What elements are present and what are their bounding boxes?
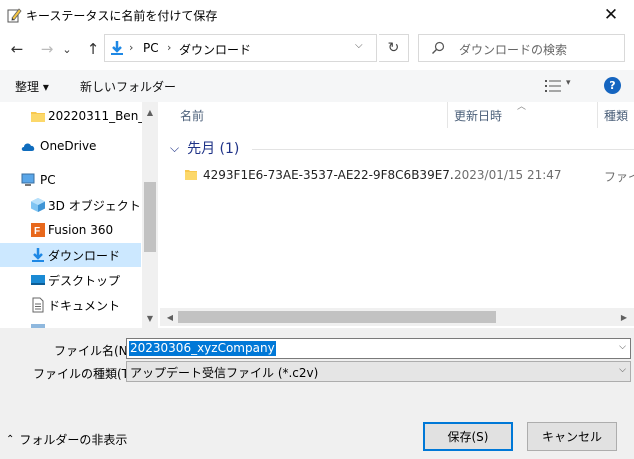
cloud-icon [21, 143, 35, 151]
cancel-button[interactable]: キャンセル [527, 422, 617, 451]
file-list-horizontal-scrollbar[interactable]: ◀ ▶ [160, 308, 634, 326]
refresh-icon: ↻ [387, 40, 400, 56]
forward-button[interactable]: → [36, 38, 58, 60]
column-divider[interactable] [447, 102, 448, 128]
organize-menu[interactable]: 整理 ▾ [15, 78, 49, 95]
command-toolbar: 整理 ▾ 新しいフォルダー ▾ ? [0, 70, 634, 102]
group-header[interactable]: ⌵ 先月 (1) [170, 138, 239, 158]
sidebar-item-label: PC [40, 173, 56, 187]
chevron-down-icon[interactable]: ⌵ [619, 342, 626, 352]
caret-down-icon[interactable]: ▾ [566, 78, 571, 88]
scroll-right-icon[interactable]: ▶ [616, 308, 632, 326]
collapse-chevron-icon[interactable]: ⌵ [170, 141, 179, 156]
filetype-select[interactable]: アップデート受信ファイル (*.c2v) ⌵ [126, 361, 631, 382]
up-button[interactable]: ↑ [82, 38, 104, 60]
arrow-up-icon: ↑ [86, 40, 100, 58]
hide-folders-label: フォルダーの非表示 [19, 433, 128, 447]
sidebar-item-3d-objects[interactable]: 3D オブジェクト [0, 193, 141, 217]
sidebar-item-label: ダウンロード [48, 248, 121, 263]
scroll-down-icon[interactable]: ▼ [142, 310, 158, 326]
chevron-down-icon: ⌄ [62, 42, 72, 56]
navigation-pane: 20220311_Ben_s OneDrive PC 3D オブジェクト F F… [0, 102, 158, 328]
column-header-modified[interactable]: 更新日時 [454, 102, 502, 128]
chevron-down-icon[interactable]: ⌵ [619, 365, 626, 375]
file-list-pane: 名前 ︿ 更新日時 種類 ⌵ 先月 (1) 4293F1E6-73AE-3537… [160, 102, 634, 328]
column-header-type[interactable]: 種類 [604, 102, 628, 128]
column-header-label: 種類 [604, 108, 629, 123]
computer-icon [21, 173, 35, 186]
list-item[interactable]: 4293F1E6-73AE-3537-AE22-9F8C6B39E7... 20… [180, 164, 634, 186]
back-button[interactable]: ← [6, 38, 28, 60]
group-label: 先月 (1) [187, 141, 240, 157]
filename-input[interactable]: 20230306_xyzCompany ⌵ [126, 338, 631, 359]
fusion-icon: F [31, 223, 45, 237]
arrow-right-icon: → [40, 40, 54, 58]
title-bar: キーステータスに名前を付けて保存 ✕ [0, 0, 634, 30]
arrow-left-icon: ← [10, 40, 24, 58]
folder-icon [31, 112, 45, 122]
svg-text:F: F [34, 226, 40, 237]
desktop-icon [31, 275, 45, 285]
chevron-right-icon: › [167, 41, 172, 54]
filetype-label: ファイルの種類(T): [33, 367, 138, 381]
sidebar-item-label: Fusion 360 [48, 223, 114, 237]
sidebar-item-desktop[interactable]: デスクトップ [0, 268, 141, 292]
file-type: ファイル [604, 170, 634, 184]
download-icon [32, 248, 44, 262]
chevron-up-icon: ⌃ [6, 434, 15, 445]
download-icon [111, 41, 123, 55]
sidebar-item-label: デスクトップ [48, 273, 121, 288]
save-button[interactable]: 保存(S) [423, 422, 513, 451]
file-modified: 2023/01/15 21:47 [454, 168, 562, 182]
column-header-label: 名前 [180, 108, 205, 123]
file-name: 4293F1E6-73AE-3537-AE22-9F8C6B39E7... [203, 168, 462, 182]
scrollbar-thumb[interactable] [178, 311, 496, 323]
scroll-up-icon[interactable]: ▲ [142, 104, 158, 120]
sort-indicator-icon: ︿ [517, 102, 527, 112]
help-icon[interactable]: ? [604, 77, 621, 94]
window-title: キーステータスに名前を付けて保存 [26, 9, 218, 23]
sidebar-item-pc[interactable]: PC [0, 168, 141, 192]
column-header-name[interactable]: 名前 [180, 102, 204, 128]
pencil-document-icon [7, 8, 22, 23]
new-folder-button[interactable]: 新しいフォルダー [80, 78, 176, 95]
document-icon [32, 297, 44, 313]
navigation-pane-scrollbar[interactable]: ▲ ▼ [142, 102, 158, 328]
hide-folders-toggle[interactable]: ⌃ フォルダーの非表示 [6, 431, 127, 448]
close-button[interactable]: ✕ [588, 0, 634, 30]
sidebar-item-label: OneDrive [40, 139, 97, 153]
sidebar-item-onedrive[interactable]: OneDrive [0, 134, 141, 158]
column-header-label: 更新日時 [454, 108, 503, 123]
search-icon [432, 41, 445, 54]
column-divider[interactable] [597, 102, 598, 128]
chevron-down-icon[interactable]: ⌵ [355, 40, 363, 51]
group-divider [252, 149, 634, 150]
scrollbar-thumb[interactable] [144, 182, 156, 252]
chevron-right-icon: › [129, 41, 134, 54]
recent-locations-button[interactable]: ⌄ [60, 38, 74, 60]
search-placeholder: ダウンロードの検索 [459, 43, 568, 57]
breadcrumb-downloads[interactable]: ダウンロード [179, 41, 251, 58]
view-options-icon[interactable] [544, 78, 562, 94]
filetype-value: アップデート受信ファイル (*.c2v) [130, 366, 319, 380]
refresh-button[interactable]: ↻ [379, 34, 409, 62]
sidebar-item-label: 20220311_Ben_s [48, 109, 151, 123]
filename-label: ファイル名(N): [54, 344, 137, 358]
search-input[interactable]: ダウンロードの検索 [418, 34, 625, 62]
sidebar-item-label: ドキュメント [48, 298, 121, 313]
breadcrumb-pc[interactable]: PC [143, 41, 159, 55]
sidebar-item-downloads[interactable]: ダウンロード [0, 243, 141, 267]
scroll-left-icon[interactable]: ◀ [162, 308, 178, 326]
help-glyph: ? [609, 79, 616, 92]
sidebar-item-fusion360[interactable]: F Fusion 360 [0, 218, 141, 242]
sidebar-item-label: 3D オブジェクト [48, 198, 141, 213]
sidebar-item-documents[interactable]: ドキュメント [0, 293, 141, 317]
sidebar-item-folder-20220311[interactable]: 20220311_Ben_s [0, 104, 151, 128]
folder-icon [185, 170, 197, 180]
cube-icon [31, 198, 45, 212]
filename-value[interactable]: 20230306_xyzCompany [129, 341, 276, 356]
address-bar[interactable]: › PC › ダウンロード ⌵ [104, 34, 377, 62]
close-icon: ✕ [603, 5, 619, 25]
